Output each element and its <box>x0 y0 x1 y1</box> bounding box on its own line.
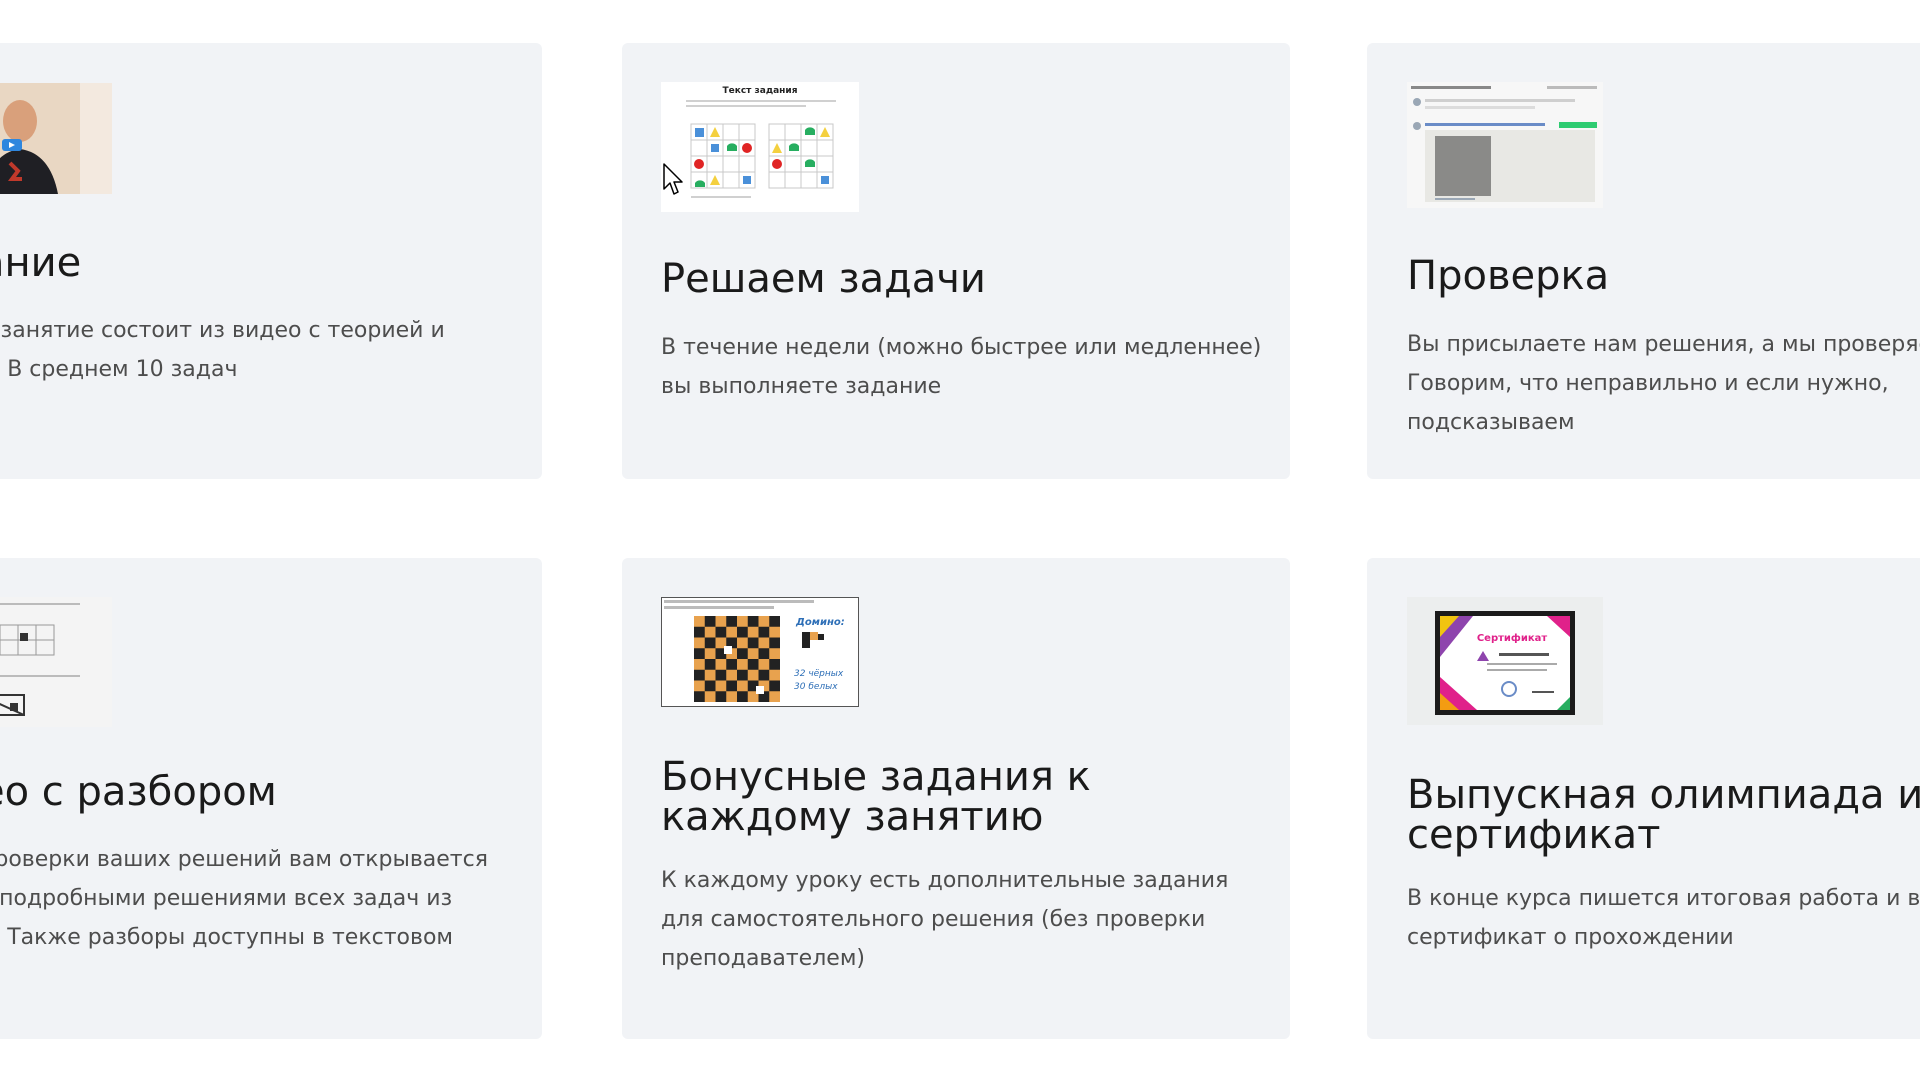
feature-card-final-olympiad: Сертификат Выпускная олимпиада и сертифи… <box>1367 558 1920 1039</box>
video-lesson-thumbnail[interactable] <box>0 83 112 194</box>
board-square <box>769 659 780 670</box>
card-title: Бонусные задания к каждому занятию <box>661 754 1091 840</box>
board-square <box>737 626 748 638</box>
board-square <box>769 637 780 649</box>
feature-card-lesson: ание е занятие состоит из видео с теорие… <box>0 43 542 479</box>
domino-label: Домино: <box>795 617 845 628</box>
card-title: ео с разбором <box>0 769 277 815</box>
feature-card-review: Проверка Вы присылаете нам решения, а мы… <box>1367 43 1920 479</box>
feature-card-solve-tasks: Текст задания Решаем задачи В течение не… <box>622 43 1290 479</box>
board-square <box>694 669 705 681</box>
card-title: Выпускная олимпиада и сертификат <box>1407 772 1920 858</box>
board-square <box>769 616 780 627</box>
task-sheet-thumbnail[interactable]: Текст задания <box>661 82 859 212</box>
board-square <box>747 659 759 670</box>
board-square <box>737 669 748 681</box>
feature-card-bonus-tasks: Домино: 32 чёрных 30 белых Бонусные зада… <box>622 558 1290 1039</box>
card-description: К каждому уроку есть дополнительные зада… <box>661 868 1229 971</box>
board-square <box>726 616 737 627</box>
board-square <box>694 691 705 702</box>
white-count-label: 30 белых <box>794 682 838 692</box>
board-square <box>726 680 737 692</box>
board-square <box>715 669 727 681</box>
card-title: Проверка <box>1407 253 1610 299</box>
board-square <box>737 648 748 659</box>
certificate-title: Сертификат <box>1477 632 1548 644</box>
domino-board-thumbnail[interactable]: Домино: 32 чёрных 30 белых <box>661 597 859 707</box>
board-square <box>694 648 705 659</box>
board-square <box>737 691 748 702</box>
board-square <box>758 626 770 638</box>
board-square <box>769 680 780 692</box>
card-title: ание <box>0 240 82 286</box>
board-square <box>704 616 716 627</box>
card-description: е занятие состоит из видео с теорией и я… <box>0 318 445 382</box>
thumb-heading: Текст задания <box>723 86 798 96</box>
black-count-label: 32 чёрных <box>794 669 844 679</box>
card-description: В конце курса пишется итоговая работа и … <box>1407 886 1920 950</box>
board-square <box>704 659 716 670</box>
board-square <box>704 680 716 692</box>
board-square <box>747 637 759 649</box>
card-title: Решаем задачи <box>661 256 986 302</box>
certificate-thumbnail[interactable]: Сертификат <box>1407 597 1603 725</box>
feature-card-video-solutions: ео с разбором проверки ваших решений вам… <box>0 558 542 1039</box>
review-screenshot-thumbnail[interactable] <box>1407 82 1603 208</box>
board-square <box>758 669 770 681</box>
solution-video-thumbnail[interactable] <box>0 597 112 727</box>
mouse-cursor-icon <box>663 163 683 195</box>
board-square <box>694 626 705 638</box>
board-square <box>715 626 727 638</box>
board-square <box>726 659 737 670</box>
board-square <box>715 691 727 702</box>
card-description: проверки ваших решений вам открывается с… <box>0 847 488 950</box>
board-square <box>747 616 759 627</box>
card-description: В течение недели (можно быстрее или медл… <box>661 335 1262 399</box>
board-square <box>758 648 770 659</box>
board-square <box>704 637 716 649</box>
card-description: Вы присылаете нам решения, а мы проверяе… <box>1407 332 1920 435</box>
